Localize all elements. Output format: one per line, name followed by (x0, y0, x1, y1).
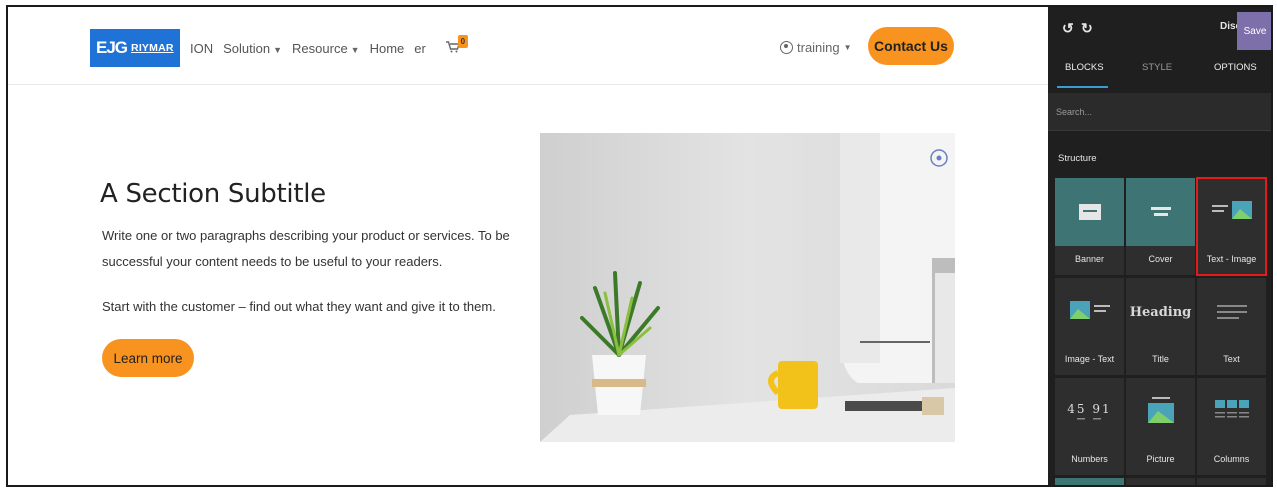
caret-down-icon: ▼ (843, 43, 852, 52)
active-tab-indicator (1057, 86, 1108, 88)
section-image[interactable] (540, 133, 955, 442)
numbers-block-preview: 45 91 (1055, 378, 1124, 446)
tab-blocks[interactable]: BLOCKS (1065, 62, 1104, 73)
section-subtitle: A Section Subtitle (100, 179, 326, 209)
tab-options[interactable]: OPTIONS (1214, 62, 1257, 73)
block-label: Text (1223, 354, 1240, 364)
tab-style[interactable]: STYLE (1142, 62, 1172, 73)
site-logo[interactable]: EJG RIYMAR (90, 29, 180, 67)
block-text[interactable]: Text (1197, 278, 1266, 375)
block-partial-row (1126, 478, 1195, 485)
cart-count-badge: 0 (457, 35, 468, 48)
picture-block-icon (1126, 378, 1195, 446)
block-banner[interactable]: Banner (1055, 178, 1124, 275)
menu-item-solution[interactable]: Solution ▼ (223, 41, 282, 56)
main-menu: ION Solution ▼ Resource ▼ Home er 0 (190, 35, 468, 56)
block-label: Title (1152, 354, 1169, 364)
save-button[interactable]: Save (1237, 12, 1271, 50)
block-title[interactable]: Heading Title (1126, 278, 1195, 375)
menu-item-home[interactable]: Home (370, 41, 405, 56)
search-placeholder: Search... (1056, 107, 1093, 117)
block-image-text[interactable]: Image - Text (1055, 278, 1124, 375)
undo-icon[interactable]: ↺ (1062, 20, 1074, 37)
logo-text: RIYMAR (131, 42, 174, 54)
contact-us-button[interactable]: Contact Us (868, 27, 954, 65)
block-label: Cover (1148, 254, 1173, 264)
block-numbers[interactable]: 45 91 Numbers (1055, 378, 1124, 475)
caret-down-icon: ▼ (273, 45, 283, 55)
cover-block-icon (1126, 178, 1195, 246)
block-partial-row (1055, 478, 1124, 485)
block-picture[interactable]: Picture (1126, 378, 1195, 475)
section-paragraph-1: Write one or two paragraphs describing y… (102, 228, 510, 269)
learn-more-button[interactable]: Learn more (102, 339, 194, 377)
structure-heading: Structure (1058, 153, 1097, 164)
block-label: Picture (1146, 454, 1175, 464)
caret-down-icon: ▼ (350, 45, 360, 55)
block-label: Image - Text (1064, 354, 1115, 364)
title-preview-text: Heading (1129, 304, 1192, 320)
cart-button[interactable]: 0 (445, 35, 468, 56)
columns-block-icon (1197, 378, 1266, 446)
block-label: Numbers (1071, 454, 1108, 464)
user-menu[interactable]: training ▼ (780, 40, 852, 55)
user-icon (780, 41, 793, 54)
block-partial-row (1197, 478, 1266, 485)
desk-photo-illustration (540, 133, 955, 442)
browser-frame: EJG RIYMAR ION Solution ▼ Resource ▼ Home … (6, 5, 1273, 487)
user-name: training (797, 40, 840, 55)
editor-tabs: BLOCKS STYLE OPTIONS (1048, 62, 1271, 90)
logo-mark: EJG (96, 38, 128, 57)
banner-block-icon (1055, 178, 1124, 246)
menu-item-er[interactable]: er (414, 41, 426, 56)
website-preview: EJG RIYMAR ION Solution ▼ Resource ▼ Home … (8, 7, 1048, 485)
section-paragraph-2: Start with the customer – find out what … (102, 299, 496, 314)
block-columns[interactable]: Columns (1197, 378, 1266, 475)
website-editor-panel: ↺ ↻ Discard Save BLOCKS STYLE OPTIONS Se… (1048, 7, 1271, 485)
block-cover[interactable]: Cover (1126, 178, 1195, 275)
numbers-preview-1: 45 (1067, 402, 1087, 416)
menu-item-resource[interactable]: Resource ▼ (292, 41, 360, 56)
redo-icon[interactable]: ↻ (1081, 20, 1093, 37)
text-image-block-icon (1197, 178, 1266, 246)
block-label: Text - Image (1206, 254, 1257, 264)
numbers-preview-2: 91 (1092, 402, 1112, 416)
text-block-icon (1197, 278, 1266, 346)
block-text-image[interactable]: Text - Image (1196, 177, 1267, 276)
site-navbar: EJG RIYMAR ION Solution ▼ Resource ▼ Home … (8, 7, 1048, 85)
menu-item-ion[interactable]: ION (190, 41, 213, 56)
blocks-search-input[interactable]: Search... (1048, 93, 1271, 131)
block-label: Banner (1074, 254, 1105, 264)
editor-toolbar: ↺ ↻ Discard Save (1048, 7, 1271, 50)
image-text-block-icon (1055, 278, 1124, 346)
title-block-preview: Heading (1126, 278, 1195, 346)
block-label: Columns (1213, 454, 1250, 464)
